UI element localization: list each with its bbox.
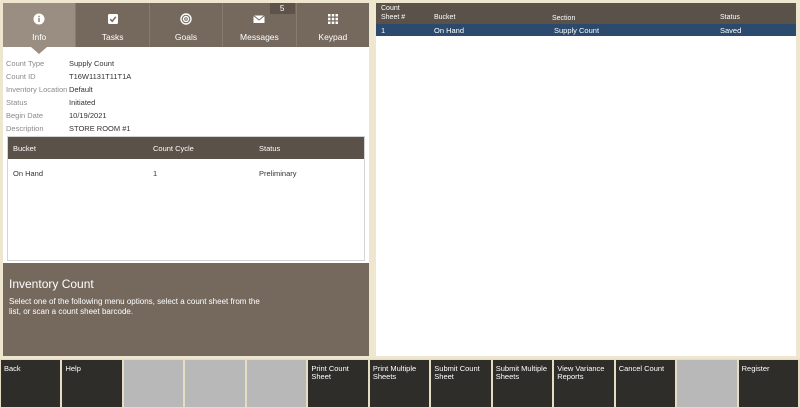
info-icon xyxy=(33,13,45,25)
info-value: Supply Count xyxy=(69,59,115,68)
column-header-section: Section xyxy=(552,15,576,22)
table-row[interactable]: On Hand 1 Preliminary xyxy=(8,159,364,187)
instructions-text: Select one of the following menu options… xyxy=(9,297,260,316)
info-label: Description xyxy=(6,124,44,133)
cell-bucket: On Hand xyxy=(434,26,465,35)
tab-info[interactable]: Info xyxy=(3,3,76,54)
back-button[interactable]: Back xyxy=(1,360,61,407)
info-value: Default xyxy=(69,85,93,94)
tab-messages[interactable]: 5 Messages xyxy=(222,3,295,47)
info-label: Count ID xyxy=(6,72,36,81)
tab-goals[interactable]: Goals xyxy=(148,3,222,47)
tab-tasks-label: Tasks xyxy=(101,32,124,42)
tab-goals-label: Goals xyxy=(174,32,198,42)
submit-count-sheet-button[interactable]: Submit Count Sheet xyxy=(431,360,491,407)
function-key-toolbar: Back Help Print Count Sheet Print Multip… xyxy=(0,359,800,408)
submit-multiple-sheets-button[interactable]: Submit Multiple Sheets xyxy=(492,360,553,407)
cell-bucket: On Hand xyxy=(13,168,44,178)
instructions-title: Inventory Count xyxy=(9,277,94,291)
column-header-status: Status xyxy=(720,14,740,21)
info-label: Status xyxy=(6,98,28,107)
tab-keypad-label: Keypad xyxy=(318,32,348,42)
print-count-sheet-button[interactable]: Print Count Sheet xyxy=(308,360,368,407)
checkbox-icon xyxy=(107,14,118,24)
cell-status: Saved xyxy=(720,26,742,35)
empty-button-2 xyxy=(185,360,245,407)
active-tab-pointer xyxy=(31,47,48,54)
tab-tasks[interactable]: Tasks xyxy=(75,3,148,47)
help-button[interactable]: Help xyxy=(62,360,122,407)
info-label: Inventory Location xyxy=(6,85,68,94)
target-icon xyxy=(180,13,192,25)
cell-sheet-number: 1 xyxy=(381,26,386,35)
info-row-count-type: Count Type Supply Count xyxy=(6,57,131,70)
column-header-bucket: Bucket xyxy=(13,143,36,153)
tab-messages-label: Messages xyxy=(240,32,279,42)
info-row-inventory-location: Inventory Location Default xyxy=(6,83,131,96)
column-header-count-sheet-line1: Count xyxy=(381,5,400,12)
info-label: Count Type xyxy=(6,59,45,68)
column-header-count-cycle: Count Cycle xyxy=(153,143,194,153)
bucket-table: Bucket Count Cycle Status On Hand 1 Prel… xyxy=(7,136,365,261)
empty-button-4 xyxy=(677,360,737,407)
messages-count-badge: 5 xyxy=(269,3,295,14)
count-sheet-table-header: Count Sheet # Bucket Section Status xyxy=(376,3,796,24)
keypad-icon xyxy=(327,14,338,24)
count-sheet-row-selected[interactable]: 1 On Hand Supply Count Saved xyxy=(376,24,796,36)
register-button[interactable]: Register xyxy=(738,360,799,407)
info-row-begin-date: Begin Date 10/19/2021 xyxy=(6,109,131,122)
envelope-icon xyxy=(253,15,266,23)
info-value: T16W1131T11T1A xyxy=(69,72,132,81)
instructions-panel: Inventory Count Select one of the follow… xyxy=(3,263,369,356)
column-header-count-sheet-line2: Sheet # xyxy=(381,14,406,21)
count-info-list: Count Type Supply Count Count ID T16W113… xyxy=(6,57,131,135)
info-value: 10/19/2021 xyxy=(69,111,107,120)
cell-status: Preliminary xyxy=(259,168,297,178)
info-label: Begin Date xyxy=(6,111,44,120)
count-sheet-list: Count Sheet # Bucket Section Status 1 On… xyxy=(376,3,796,356)
cell-count-cycle: 1 xyxy=(153,168,158,178)
column-header-status: Status xyxy=(259,143,281,153)
tab-info-label: Info xyxy=(32,32,47,42)
info-value: Initiated xyxy=(69,98,96,107)
tab-bar: Info Tasks Goals 5 Messages Keypad xyxy=(3,3,369,54)
info-row-count-id: Count ID T16W1131T11T1A xyxy=(6,70,131,83)
info-row-status: Status Initiated xyxy=(6,96,131,109)
view-variance-reports-button[interactable]: View Variance Reports xyxy=(554,360,614,407)
bucket-table-header: Bucket Count Cycle Status xyxy=(8,137,364,159)
empty-button-1 xyxy=(123,360,184,407)
info-value: STORE ROOM #1 xyxy=(69,124,131,133)
empty-button-3 xyxy=(246,360,307,407)
cell-section: Supply Count xyxy=(554,26,600,35)
column-header-bucket: Bucket xyxy=(434,14,456,21)
print-multiple-sheets-button[interactable]: Print Multiple Sheets xyxy=(369,360,430,407)
info-row-description: Description STORE ROOM #1 xyxy=(6,122,131,135)
cancel-count-button[interactable]: Cancel Count xyxy=(615,360,676,407)
tab-keypad[interactable]: Keypad xyxy=(295,3,369,47)
